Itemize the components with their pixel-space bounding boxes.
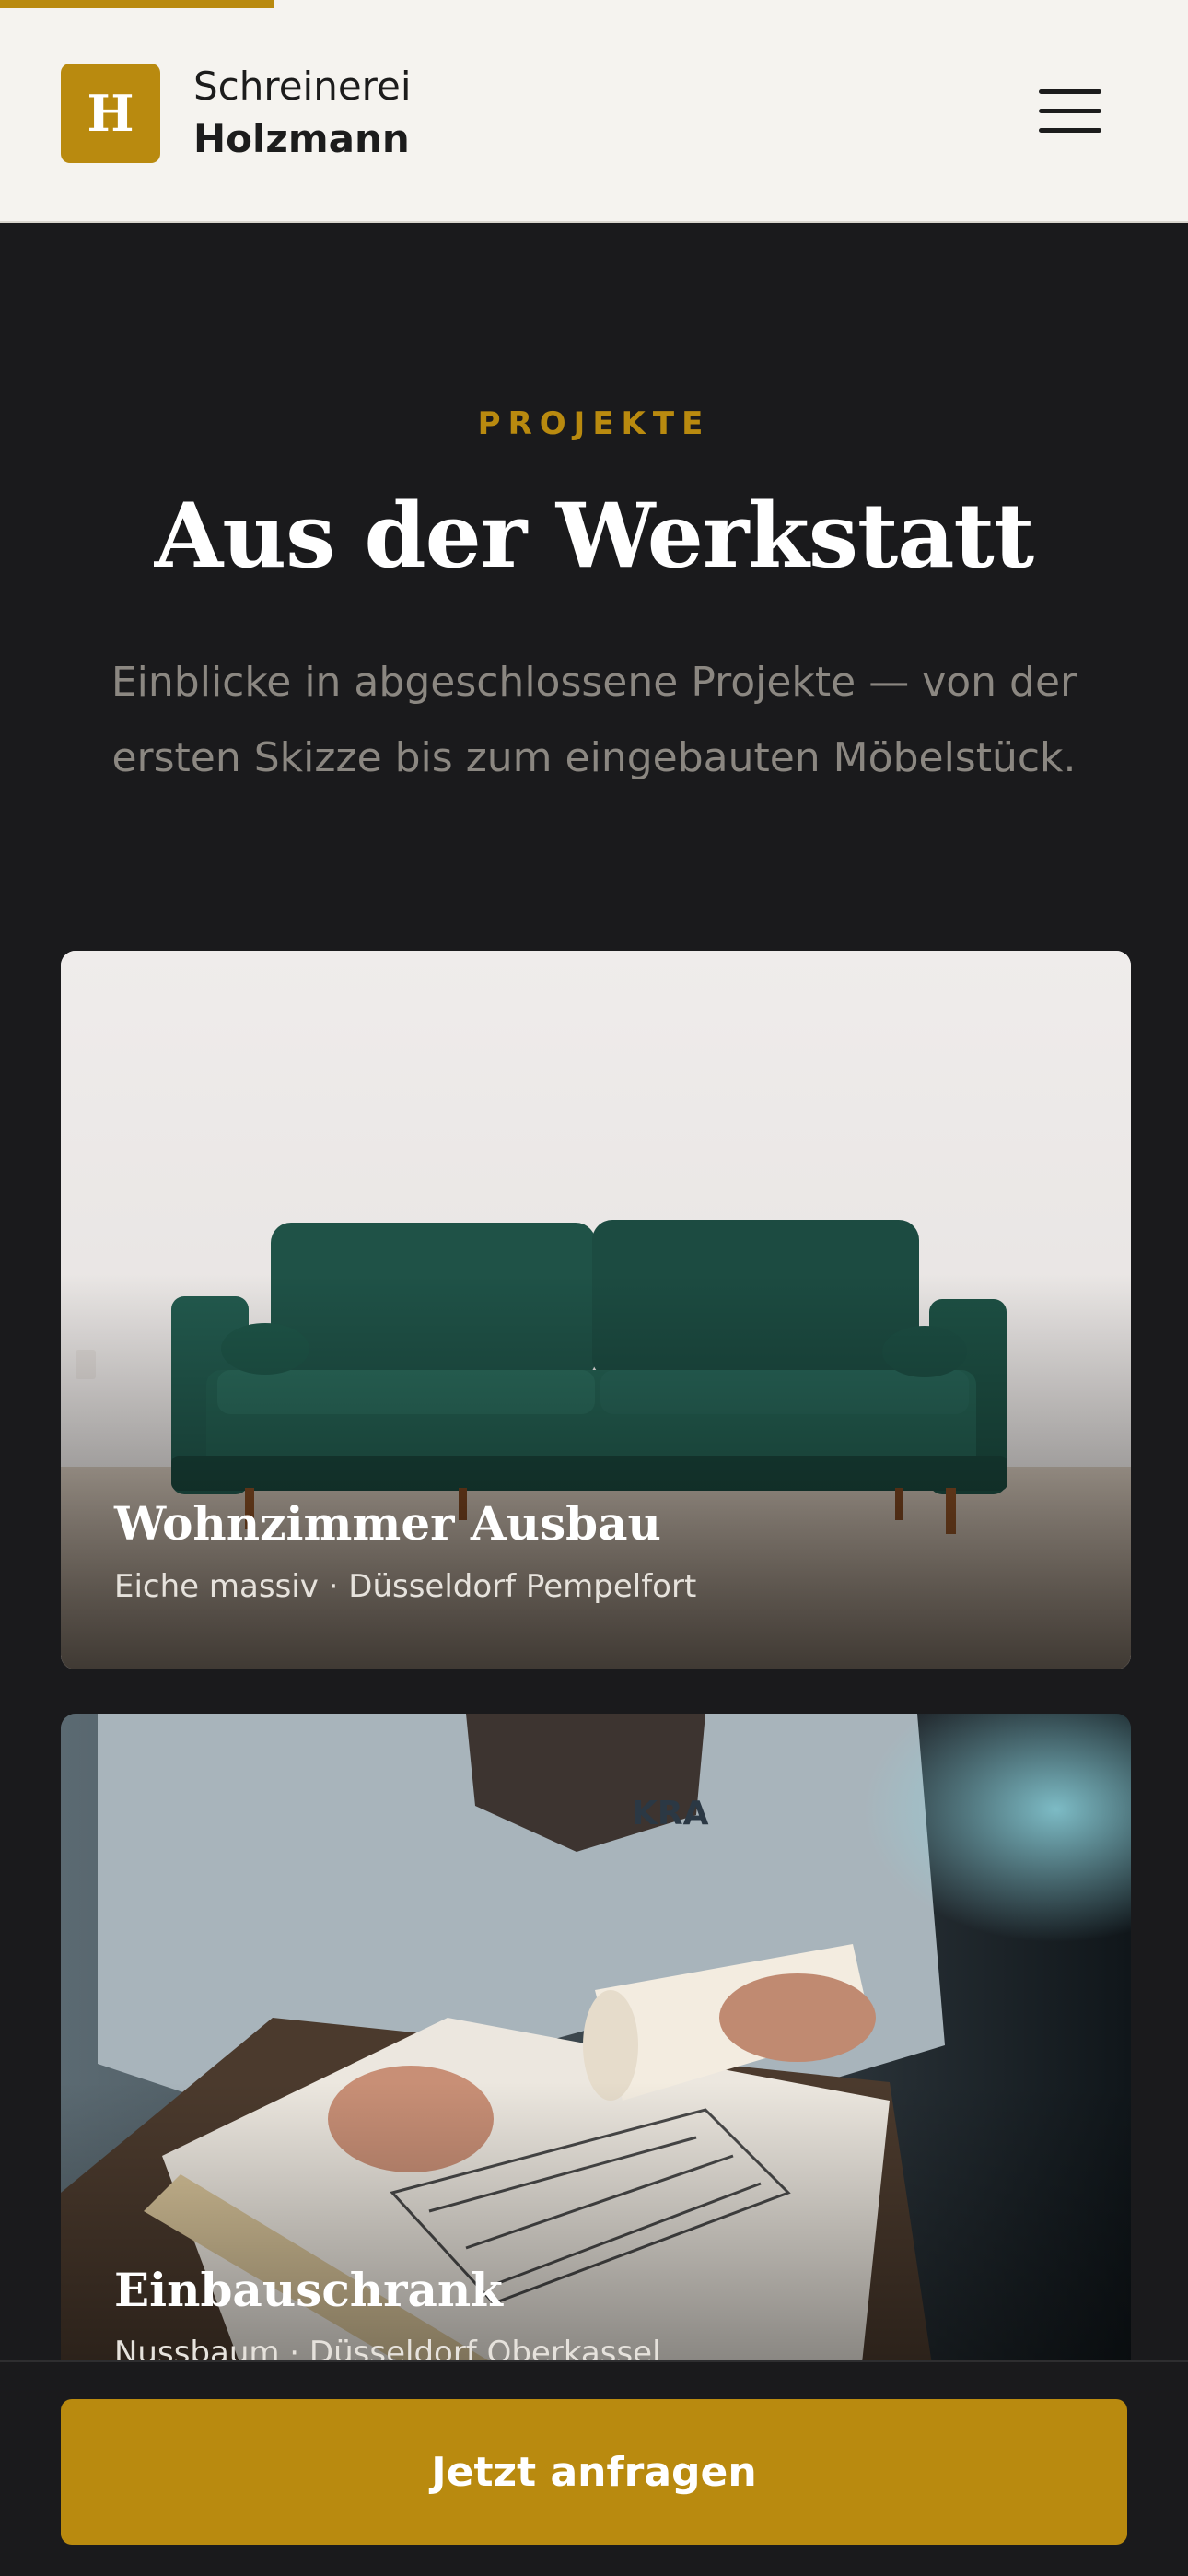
- hamburger-menu-icon[interactable]: [1022, 77, 1118, 144]
- page: H Schreinerei Holzmann PROJEKTE Aus der …: [0, 0, 1188, 2576]
- green-velvet-sofa-photo: [61, 951, 1131, 1669]
- section-subtitle: Einblicke in abgeschlossene Projekte — v…: [111, 659, 1077, 781]
- sticky-cta-bar: Jetzt anfragen: [0, 2360, 1188, 2576]
- project-title: Wohnzimmer Ausbau: [114, 1496, 661, 1551]
- brand-logo-link[interactable]: H Schreinerei Holzmann: [61, 61, 412, 166]
- project-meta: Eiche massiv · Düsseldorf Pempelfort: [114, 1568, 697, 1605]
- logo-mark: H: [61, 64, 160, 163]
- brand-name-line1: Schreinerei: [193, 64, 412, 109]
- project-card[interactable]: Wohnzimmer Ausbau Eiche massiv · Düsseld…: [61, 951, 1131, 1669]
- brand-name-line2: Holzmann: [193, 116, 410, 161]
- menu-line: [1039, 108, 1101, 113]
- project-title: Einbauschrank: [114, 2263, 503, 2317]
- inquire-now-button[interactable]: Jetzt anfragen: [61, 2399, 1127, 2545]
- menu-line: [1039, 127, 1101, 133]
- section-eyebrow: PROJEKTE: [477, 405, 711, 442]
- site-header: H Schreinerei Holzmann: [0, 0, 1188, 223]
- section-title: Aus der Werkstatt: [154, 484, 1034, 588]
- brand-name: Schreinerei Holzmann: [193, 61, 412, 166]
- project-card[interactable]: KRA Einbauschrank Nussbaum · Düsseldorf: [61, 1714, 1131, 2451]
- scroll-progress-bar: [0, 0, 274, 8]
- menu-line: [1039, 88, 1101, 94]
